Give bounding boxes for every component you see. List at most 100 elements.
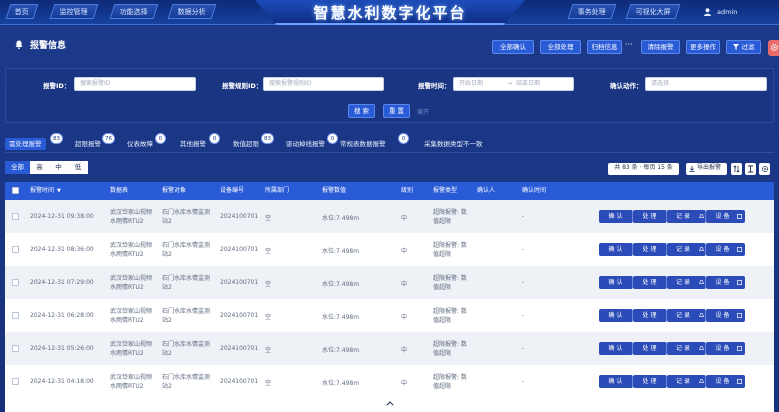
column-height-button[interactable] <box>731 163 742 175</box>
bell-icon <box>699 280 704 284</box>
tab-label: 需处理报警 <box>9 140 42 148</box>
cell-dept: 空 <box>265 347 272 354</box>
confirm-action[interactable]: 确 认 <box>599 342 633 355</box>
user-menu[interactable]: admin <box>695 5 743 19</box>
cell-type: 超限报警: 数值超限 <box>433 274 467 292</box>
date-range-picker[interactable]: 开始日期 → 结束日期 <box>453 77 574 91</box>
table-row[interactable]: 2024-12-31 07:29:00 武汉岱家山视频 水雨情RTU2 石门水库水… <box>5 266 774 299</box>
nav-tab-dashboard[interactable]: 可视化大屏 <box>625 4 681 19</box>
table-row[interactable]: 2024-12-31 08:36:00 武汉岱家山视频 水雨情RTU2 石门水库水… <box>5 233 774 266</box>
device-action[interactable]: 设 备 <box>706 210 745 223</box>
process-all-button[interactable]: 全部处理 <box>540 40 581 54</box>
tab-value-overlimit[interactable]: 数值超限 83 <box>233 133 274 150</box>
start-date-input[interactable]: 开始日期 <box>459 80 483 87</box>
record-action[interactable]: 记 录 <box>667 243 706 256</box>
sort-desc-icon[interactable]: ▼ <box>57 188 61 194</box>
expand-filter-link[interactable]: 展开 <box>417 107 429 116</box>
export-alarms-button[interactable]: 导出报警 <box>686 163 727 175</box>
record-action[interactable]: 记 录 <box>667 276 706 289</box>
cell-level: 中 <box>401 380 408 387</box>
tab-pending-alarms[interactable]: 需处理报警 83 <box>5 133 63 150</box>
filter-button[interactable]: 过滤 <box>726 40 761 54</box>
cell-line: 武汉岱家山视频 <box>110 308 153 315</box>
nav-tab-function[interactable]: 功能选择 <box>109 4 159 19</box>
tab-overlimit-alarms[interactable]: 超限报警 76 <box>75 133 115 150</box>
table-settings-button[interactable] <box>759 163 770 175</box>
nav-tab-label: 首页 <box>14 8 29 16</box>
row-checkbox[interactable] <box>12 345 19 352</box>
tab-table-data-alarm[interactable]: 常规表数据报警 0 <box>340 133 409 150</box>
record-action[interactable]: 记 录 <box>667 342 706 355</box>
table-row[interactable]: 2024-12-31 05:26:00 武汉岱家山视频 水雨情RTU2 石门水库水… <box>5 332 774 365</box>
cell-device: 2024100701 <box>220 378 259 385</box>
device-action[interactable]: 设 备 <box>706 342 745 355</box>
process-action[interactable]: 处 理 <box>633 309 667 322</box>
column-header-time[interactable]: 报警时间 ▼ <box>30 182 61 200</box>
tab-type-mismatch[interactable]: 采集数据类型不一致 <box>424 138 483 150</box>
cell-time: 2024-12-31 06:28:00 <box>30 312 94 319</box>
more-dots-icon[interactable]: ··· <box>625 40 633 50</box>
cell-level: 中 <box>401 314 408 321</box>
level-tab-low[interactable]: 低 <box>68 161 88 174</box>
tab-other-alarms[interactable]: 其他报警 0 <box>180 133 220 150</box>
row-checkbox[interactable] <box>12 378 19 385</box>
rule-id-input[interactable]: 搜索报警规则ID <box>263 77 384 91</box>
process-action[interactable]: 处 理 <box>633 210 667 223</box>
tab-driver-offline[interactable]: 驱动掉线报警 0 <box>286 133 338 150</box>
confirm-action[interactable]: 确 认 <box>599 210 633 223</box>
action-label: 设 备 <box>715 345 730 352</box>
row-checkbox[interactable] <box>12 213 19 220</box>
reset-button[interactable]: 重 置 <box>383 104 410 118</box>
collapse-toggle[interactable] <box>382 399 398 408</box>
confirm-action[interactable]: 确 认 <box>599 276 633 289</box>
record-action[interactable]: 记 录 <box>667 309 706 322</box>
table-row[interactable]: 2024-12-31 06:28:00 武汉岱家山视频 水雨情RTU2 石门水库水… <box>5 299 774 332</box>
more-actions-button[interactable]: 更多操作 <box>686 40 720 54</box>
process-action[interactable]: 处 理 <box>633 342 667 355</box>
confirm-action[interactable]: 确 认 <box>599 375 633 388</box>
search-button[interactable]: 搜 索 <box>348 104 375 118</box>
cell-level: 中 <box>401 347 408 354</box>
level-tab-medium[interactable]: 中 <box>49 161 68 174</box>
nav-tab-label: 功能选择 <box>119 8 148 16</box>
cell-confirm-time: - <box>522 279 525 286</box>
confirm-action[interactable]: 确 认 <box>599 309 633 322</box>
row-checkbox[interactable] <box>12 246 19 253</box>
process-action[interactable]: 处 理 <box>633 375 667 388</box>
table-row[interactable]: 2024-12-31 04:18:00 武汉岱家山视频 水雨情RTU2 石门水库水… <box>5 365 774 398</box>
record-action[interactable]: 记 录 <box>667 210 706 223</box>
record-action[interactable]: 记 录 <box>667 375 706 388</box>
clear-alarm-button[interactable]: 清除报警 <box>641 40 680 54</box>
row-checkbox[interactable] <box>12 279 19 286</box>
nav-tab-monitor[interactable]: 监控管理 <box>49 4 99 19</box>
archive-button[interactable]: 归档信息 <box>587 40 622 54</box>
confirm-action-select[interactable]: 请选择 <box>645 77 767 91</box>
table-row[interactable]: 2024-12-31 09:38:00 武汉岱家山视频 水雨情RTU2 石门水库水… <box>5 200 774 233</box>
cell-line: 石门水库水情监测 <box>162 275 211 282</box>
row-checkbox[interactable] <box>12 312 19 319</box>
bell-icon <box>699 247 704 251</box>
device-action[interactable]: 设 备 <box>706 243 745 256</box>
device-action[interactable]: 设 备 <box>706 276 745 289</box>
select-all-checkbox[interactable] <box>12 187 19 194</box>
confirm-all-button[interactable]: 全部确认 <box>492 40 534 54</box>
tab-instrument-fault[interactable]: 仪表故障 0 <box>127 133 166 150</box>
level-tab-all[interactable]: 全部 <box>5 161 30 174</box>
page-size-info[interactable]: 共 83 条 · 每页 15 条 <box>608 163 679 175</box>
user-icon <box>704 8 711 16</box>
device-action[interactable]: 设 备 <box>706 375 745 388</box>
level-tab-high[interactable]: 高 <box>30 161 49 174</box>
nav-tab-affairs[interactable]: 事务处理 <box>567 4 617 19</box>
settings-float-button[interactable] <box>768 40 779 56</box>
nav-tab-home[interactable]: 首页 <box>5 4 39 19</box>
end-date-input[interactable]: 结束日期 <box>516 78 540 90</box>
row-actions: 确 认 处 理 记 录 设 备 <box>599 276 745 289</box>
device-action[interactable]: 设 备 <box>706 309 745 322</box>
confirm-action[interactable]: 确 认 <box>599 243 633 256</box>
alarm-id-input[interactable]: 搜索报警ID <box>74 77 196 91</box>
process-action[interactable]: 处 理 <box>633 276 667 289</box>
column-width-button[interactable] <box>745 163 756 175</box>
process-action[interactable]: 处 理 <box>633 243 667 256</box>
nav-tab-analysis[interactable]: 数据分析 <box>167 4 217 19</box>
cell-line: 石门水库水情监测 <box>162 242 211 249</box>
